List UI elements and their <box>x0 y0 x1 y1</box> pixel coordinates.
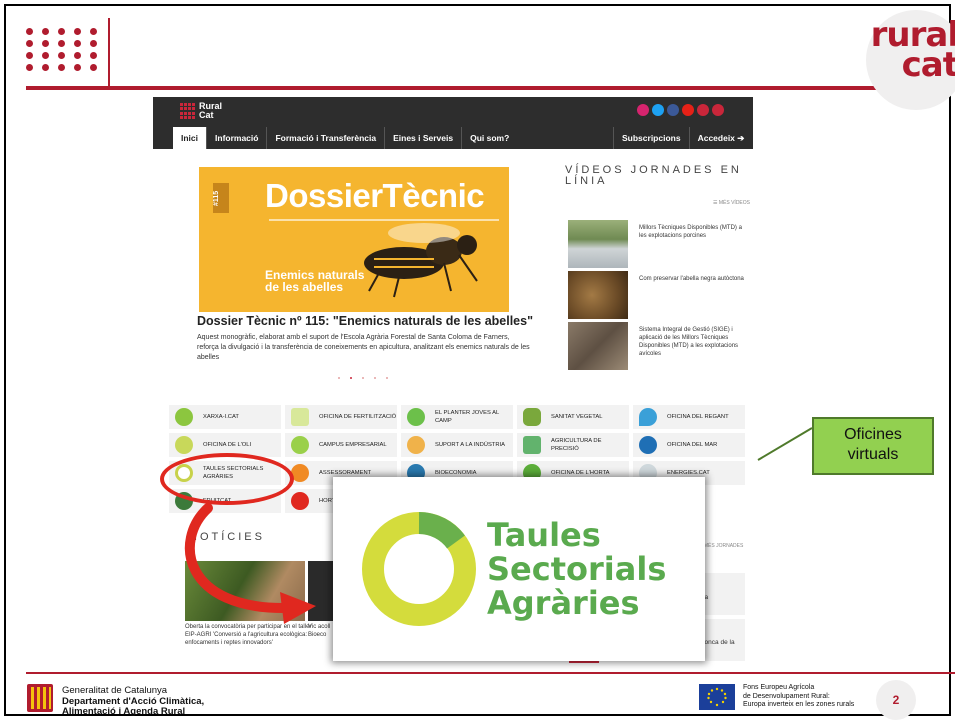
water-drop-icon <box>639 408 657 426</box>
twitter-icon[interactable] <box>652 104 664 116</box>
email-icon[interactable] <box>697 104 709 116</box>
generalitat-logo <box>27 684 53 712</box>
dossier-title: DossierTècnic <box>265 177 485 214</box>
office-regant[interactable]: OFICINA DEL REGANT <box>633 405 745 429</box>
decorative-dot-grid <box>26 28 97 74</box>
oficines-virtuals-callout: Oficines virtuals <box>812 417 934 475</box>
videos-heading: VÍDEOS JORNADES EN LÍNIA <box>565 164 742 187</box>
generalitat-text: Generalitat de Catalunya Departament d'A… <box>62 685 205 717</box>
bee-image <box>364 223 478 298</box>
oli-icon <box>175 436 193 454</box>
site-logo[interactable]: Rural Cat <box>180 102 240 123</box>
video-title: Millors Tècniques Disponibles (MTD) a le… <box>639 225 742 239</box>
dossier-badge: #115 <box>213 183 229 213</box>
main-nav: Inici Informació Formació i Transferènci… <box>173 127 517 149</box>
nav-formacio[interactable]: Formació i Transferència <box>266 127 384 149</box>
nav-accedeix[interactable]: Accedeix ➔ <box>688 127 753 149</box>
facebook-icon[interactable] <box>667 104 679 116</box>
callout-connector <box>757 427 813 461</box>
office-fertilitzacio[interactable]: OFICINA DE FERTILITZACIÓ <box>285 405 397 429</box>
office-sanitat-vegetal[interactable]: SANITAT VEGETAL <box>517 405 629 429</box>
taules-logo-text: Taules Sectorials Agràries <box>487 516 667 622</box>
office-xarxa-icat[interactable]: XARXA-I.CAT <box>169 405 281 429</box>
header-line <box>26 86 892 90</box>
nav-eines[interactable]: Eines i Serveis <box>384 127 461 149</box>
fertilitzacio-icon <box>291 408 309 426</box>
video-thumbnail <box>568 271 628 319</box>
footer-line <box>26 672 955 674</box>
page-number: 2 <box>876 680 916 720</box>
video-thumbnail <box>568 322 628 370</box>
taules-ring-icon <box>362 512 476 626</box>
nav-right: Subscripcions Accedeix ➔ <box>613 127 752 149</box>
video-thumbnail <box>568 220 628 268</box>
eu-flag-icon <box>699 684 735 710</box>
xarxa-icon <box>175 408 193 426</box>
social-icons <box>637 104 724 118</box>
video-title: Sistema Integral de Gestió (SIGE) i apli… <box>639 327 739 357</box>
video-item[interactable]: Com preservar l'abella negra autòctona <box>568 271 748 321</box>
instagram-icon[interactable] <box>637 104 649 116</box>
article-body: Aquest monogràfic, elaborat amb el supor… <box>197 334 530 361</box>
industria-icon <box>407 436 425 454</box>
precisio-icon <box>523 436 541 454</box>
campus-icon <box>291 436 309 454</box>
rss-icon[interactable] <box>712 104 724 116</box>
mar-icon <box>639 436 657 454</box>
nav-qui-som[interactable]: Qui som? <box>461 127 517 149</box>
site-topbar: Rural Cat Inici Informació Formació i Tra… <box>153 97 753 149</box>
youtube-icon[interactable] <box>682 104 694 116</box>
curved-arrow <box>184 503 316 624</box>
video-item[interactable]: Sistema Integral de Gestió (SIGE) i apli… <box>568 322 748 372</box>
header-vertical-line <box>108 18 110 86</box>
highlight-oval <box>160 453 294 505</box>
more-videos-link[interactable]: ☰ MÉS VÍDEOS <box>713 200 750 206</box>
ruralcat-logo: rural cat <box>870 15 955 85</box>
nav-subscripcions[interactable]: Subscripcions <box>613 127 689 149</box>
dossier-caption: Enemics naturals de les abelles <box>265 268 365 294</box>
dossier-banner[interactable]: #115 DossierTècnic Enemics naturals de l… <box>199 167 509 312</box>
article-title[interactable]: Dossier Tècnic nº 115: "Enemics naturals… <box>197 314 533 328</box>
office-campus-empresarial[interactable]: CAMPUS EMPRESARIAL <box>285 433 397 457</box>
planter-icon <box>407 408 425 426</box>
office-agricultura-precisio[interactable]: AGRICULTURA DE PRECISIÓ <box>517 433 629 457</box>
leaf-icon <box>523 408 541 426</box>
video-title: Com preservar l'abella negra autòctona <box>639 276 744 282</box>
nav-inici[interactable]: Inici <box>173 127 207 149</box>
office-el-planter[interactable]: EL PLANTER JOVES AL CAMP <box>401 405 513 429</box>
eu-fund-text: Fons Europeu Agrícola de Desenvolupament… <box>743 684 855 708</box>
carousel-dots[interactable] <box>338 377 388 379</box>
nav-informacio[interactable]: Informació <box>206 127 266 149</box>
office-mar[interactable]: OFICINA DEL MAR <box>633 433 745 457</box>
office-suport-industria[interactable]: SUPORT A LA INDÚSTRIA <box>401 433 513 457</box>
video-item[interactable]: Millors Tècniques Disponibles (MTD) a le… <box>568 220 748 270</box>
